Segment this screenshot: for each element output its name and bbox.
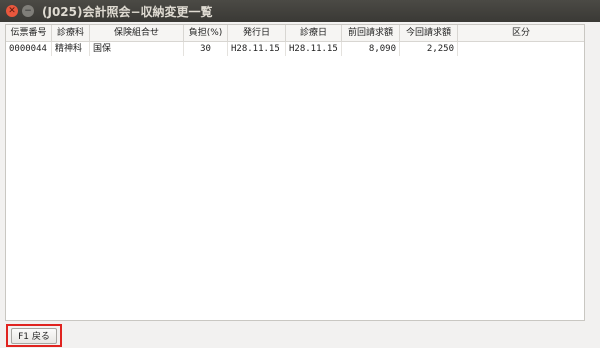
table-header: 伝票番号 診療科 保険組合せ 負担(%) 発行日 診療日 前回請求額 今回請求額… (6, 25, 584, 42)
minimize-icon[interactable]: − (22, 5, 34, 17)
column-header[interactable]: 診療日 (286, 25, 342, 41)
insurance-cell: 国保 (90, 42, 184, 56)
column-header[interactable]: 前回請求額 (342, 25, 400, 41)
column-header[interactable]: 負担(%) (184, 25, 228, 41)
department-cell: 精神科 (52, 42, 90, 56)
column-header[interactable]: 診療科 (52, 25, 90, 41)
list-area[interactable]: 伝票番号 診療科 保険組合せ 負担(%) 発行日 診療日 前回請求額 今回請求額… (5, 24, 585, 321)
column-header[interactable]: 伝票番号 (6, 25, 52, 41)
app-window: ✕ − (J025)会計照会−収納変更一覧 伝票番号 診療科 保険組合せ 負担(… (0, 0, 600, 348)
category-cell (458, 42, 584, 56)
column-header[interactable]: 発行日 (228, 25, 286, 41)
current-amount-cell: 2,250 (400, 42, 458, 56)
visit-date-cell: H28.11.15 (286, 42, 342, 56)
slip-number-cell: 0000044 (6, 42, 52, 56)
table-row[interactable]: 0000044 精神科 国保 30 H28.11.15 H28.11.15 8,… (6, 42, 584, 56)
back-button[interactable]: F1 戻る (11, 328, 57, 344)
issue-date-cell: H28.11.15 (228, 42, 286, 56)
column-header[interactable]: 区分 (458, 25, 584, 41)
previous-amount-cell: 8,090 (342, 42, 400, 56)
footer-bar: F1 戻る (0, 322, 600, 348)
close-icon[interactable]: ✕ (6, 5, 18, 17)
burden-cell: 30 (184, 42, 228, 56)
title-bar: ✕ − (J025)会計照会−収納変更一覧 (0, 0, 600, 22)
column-header[interactable]: 今回請求額 (400, 25, 458, 41)
window-title: (J025)会計照会−収納変更一覧 (42, 5, 213, 19)
column-header[interactable]: 保険組合せ (90, 25, 184, 41)
